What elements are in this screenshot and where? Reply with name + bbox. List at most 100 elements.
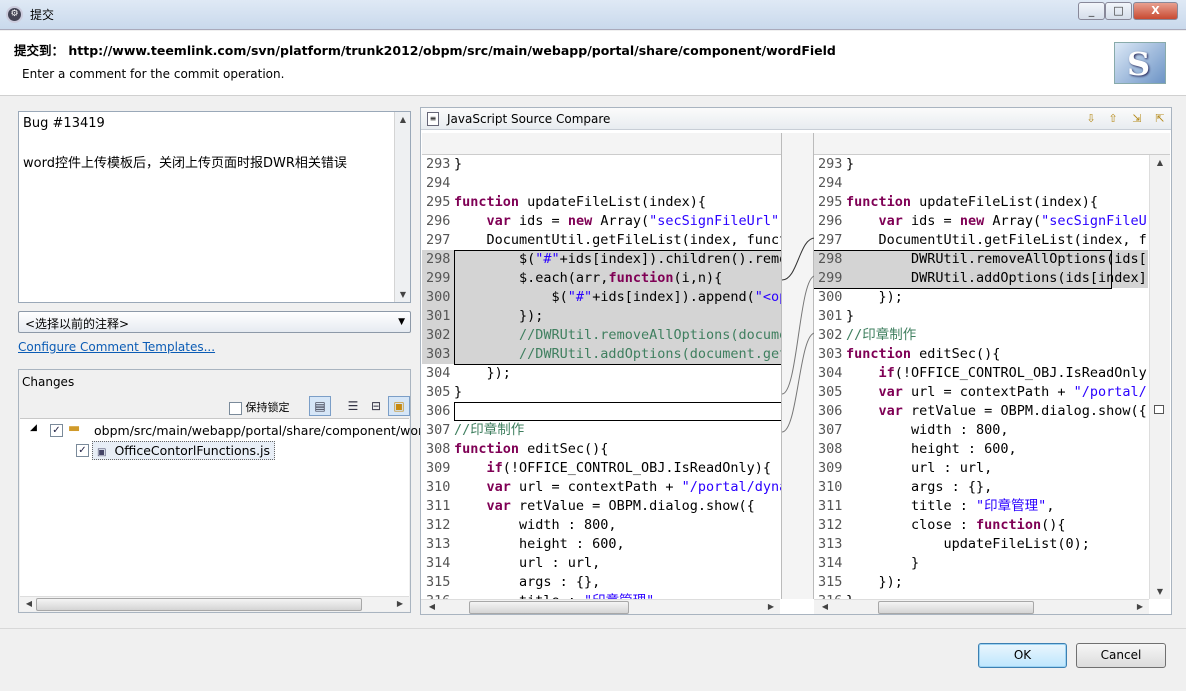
chevron-down-icon: ▼	[398, 317, 405, 327]
right-code-pane[interactable]: 293} 294 295 function updateFileList(index)…	[814, 155, 1148, 599]
line-number: 314	[426, 555, 451, 571]
scroll-left-icon[interactable]: ◀	[425, 602, 439, 611]
compare-title: JavaScript Source Compare	[447, 112, 611, 126]
next-change-icon[interactable]: ⇲	[1129, 111, 1145, 127]
line-code: //印章制作	[846, 327, 917, 343]
line-code: var retValue = OBPM.dialog.show({	[878, 403, 1147, 419]
line-number: 306	[426, 403, 451, 419]
dialog-footer: OK Cancel	[0, 628, 1186, 691]
folder-view-icon[interactable]: ▣	[388, 396, 410, 416]
scroll-thumb[interactable]	[469, 601, 629, 614]
changes-tree[interactable]: ◢ ✓ ▬ obpm/src/main/webapp/portal/share/…	[20, 418, 423, 596]
scroll-up-icon[interactable]: ▲	[396, 115, 410, 124]
tree-view-icon[interactable]: ⊟	[365, 396, 387, 416]
tree-folder-row[interactable]: ◢ ✓ ▬ obpm/src/main/webapp/portal/share/…	[20, 421, 423, 441]
source-compare-panel: ≡ JavaScript Source Compare ⇩ ⇧ ⇲ ⇱ 293}…	[420, 107, 1172, 615]
line-code: var ids = new Array("secSignFileU	[878, 213, 1147, 229]
file-selection[interactable]: ▣ OfficeContorlFunctions.js	[92, 441, 276, 460]
line-number: 296	[818, 213, 843, 229]
maximize-button[interactable]: □	[1105, 2, 1132, 20]
line-number: 301	[426, 308, 451, 324]
tree-file-row[interactable]: ✓ ▣ OfficeContorlFunctions.js	[20, 441, 409, 461]
diff-insertion-marker	[454, 402, 781, 421]
right-pane-caption	[814, 133, 1170, 155]
right-code-line: 303 function editSec(){	[814, 345, 1148, 364]
keep-locks-checkbox[interactable]: 保持锁定	[229, 399, 290, 415]
changes-title: Changes	[22, 375, 75, 389]
line-code: }	[846, 308, 855, 324]
line-code: function editSec(){	[846, 346, 1001, 362]
line-code: }	[454, 156, 463, 172]
right-code-line: 300 });	[814, 288, 1148, 307]
scroll-down-icon[interactable]: ▼	[396, 290, 410, 299]
line-code: });	[454, 365, 511, 381]
scroll-right-icon[interactable]: ▶	[393, 599, 407, 608]
line-number: 293	[426, 156, 451, 172]
subversion-logo-icon: S	[1114, 42, 1166, 84]
right-horizontal-scrollbar[interactable]: ◀ ▶	[814, 599, 1149, 614]
file-checkbox[interactable]: ✓	[76, 444, 89, 457]
line-number: 309	[818, 460, 843, 476]
layout-view-icon[interactable]: ▤	[309, 396, 331, 416]
line-code: close : function(){	[846, 517, 1066, 533]
right-code-line: 312 close : function(){	[814, 516, 1148, 535]
line-code: args : {},	[454, 574, 601, 590]
line-code: function editSec(){	[454, 441, 609, 457]
line-code: });	[846, 289, 903, 305]
cancel-button[interactable]: Cancel	[1076, 643, 1166, 668]
right-code-line: 297 DocumentUtil.getFileList(index, f	[814, 231, 1148, 250]
scroll-left-icon[interactable]: ◀	[22, 599, 36, 608]
comment-line-1: Bug #13419	[23, 116, 105, 131]
left-code-pane[interactable]: 293} 294 295 function updateFileList(index)…	[422, 155, 781, 599]
left-code-line: 316 title : "印章管理",	[422, 592, 781, 599]
scroll-up-icon[interactable]: ▲	[1153, 158, 1167, 167]
right-code-line: 311 title : "印章管理",	[814, 497, 1148, 516]
right-code-line: 295 function updateFileList(index){	[814, 193, 1148, 212]
scroll-down-icon[interactable]: ▼	[1153, 587, 1167, 596]
minimize-button[interactable]: _	[1078, 2, 1105, 20]
line-number: 300	[426, 289, 451, 305]
scroll-thumb[interactable]	[878, 601, 1034, 614]
line-number: 300	[818, 289, 843, 305]
tree-horizontal-scrollbar[interactable]: ◀ ▶	[20, 596, 409, 611]
commit-comment-textarea[interactable]: Bug #13419 word控件上传模板后，关闭上传页面时报DWR相关错误 ▲…	[18, 111, 411, 303]
line-number: 314	[818, 555, 843, 571]
left-code-line: 311 var retValue = OBPM.dialog.show({	[422, 497, 781, 516]
previous-change-icon[interactable]: ⇱	[1152, 111, 1168, 127]
ok-button[interactable]: OK	[978, 643, 1067, 668]
window-title: 提交	[30, 8, 55, 22]
right-code-line: 304 if(!OFFICE_CONTROL_OBJ.IsReadOnly	[814, 364, 1148, 383]
right-code-line: 296 var ids = new Array("secSignFileU	[814, 212, 1148, 231]
previous-comments-select[interactable]: <选择以前的注释> ▼	[18, 311, 411, 333]
compare-vertical-scrollbar[interactable]: ▲ ▼	[1149, 155, 1170, 599]
collapse-triangle-icon[interactable]: ◢	[30, 423, 37, 433]
left-horizontal-scrollbar[interactable]: ◀ ▶	[421, 599, 780, 614]
configure-templates-link[interactable]: Configure Comment Templates...	[18, 340, 215, 354]
line-number: 313	[818, 536, 843, 552]
line-code: width : 800,	[846, 422, 1009, 438]
line-number: 302	[426, 327, 451, 343]
line-number: 303	[818, 346, 843, 362]
line-number: 301	[818, 308, 843, 324]
dialog-header: 提交到： http://www.teemlink.com/svn/platfor…	[0, 31, 1186, 96]
scroll-thumb[interactable]	[36, 598, 362, 611]
left-code-line: 297 DocumentUtil.getFileList(index, func…	[422, 231, 781, 250]
folder-checkbox[interactable]: ✓	[50, 424, 63, 437]
next-difference-icon[interactable]: ⇩	[1083, 111, 1099, 127]
right-code-line: 308 height : 600,	[814, 440, 1148, 459]
line-number: 302	[818, 327, 843, 343]
line-code: var url = contextPath + "/portal/	[878, 384, 1147, 400]
scroll-left-icon[interactable]: ◀	[818, 602, 832, 611]
flat-list-icon[interactable]: ☰	[342, 396, 364, 416]
right-code-line: 313 updateFileList(0);	[814, 535, 1148, 554]
scroll-right-icon[interactable]: ▶	[764, 602, 778, 611]
line-number: 313	[426, 536, 451, 552]
comment-scrollbar[interactable]: ▲ ▼	[394, 112, 410, 302]
previous-difference-icon[interactable]: ⇧	[1105, 111, 1121, 127]
right-code-line: 314 }	[814, 554, 1148, 573]
left-code-line: 294	[422, 174, 781, 193]
compare-file-icon: ≡	[427, 112, 439, 126]
line-number: 299	[426, 270, 451, 286]
scroll-right-icon[interactable]: ▶	[1133, 602, 1147, 611]
close-button[interactable]: X	[1133, 2, 1178, 20]
